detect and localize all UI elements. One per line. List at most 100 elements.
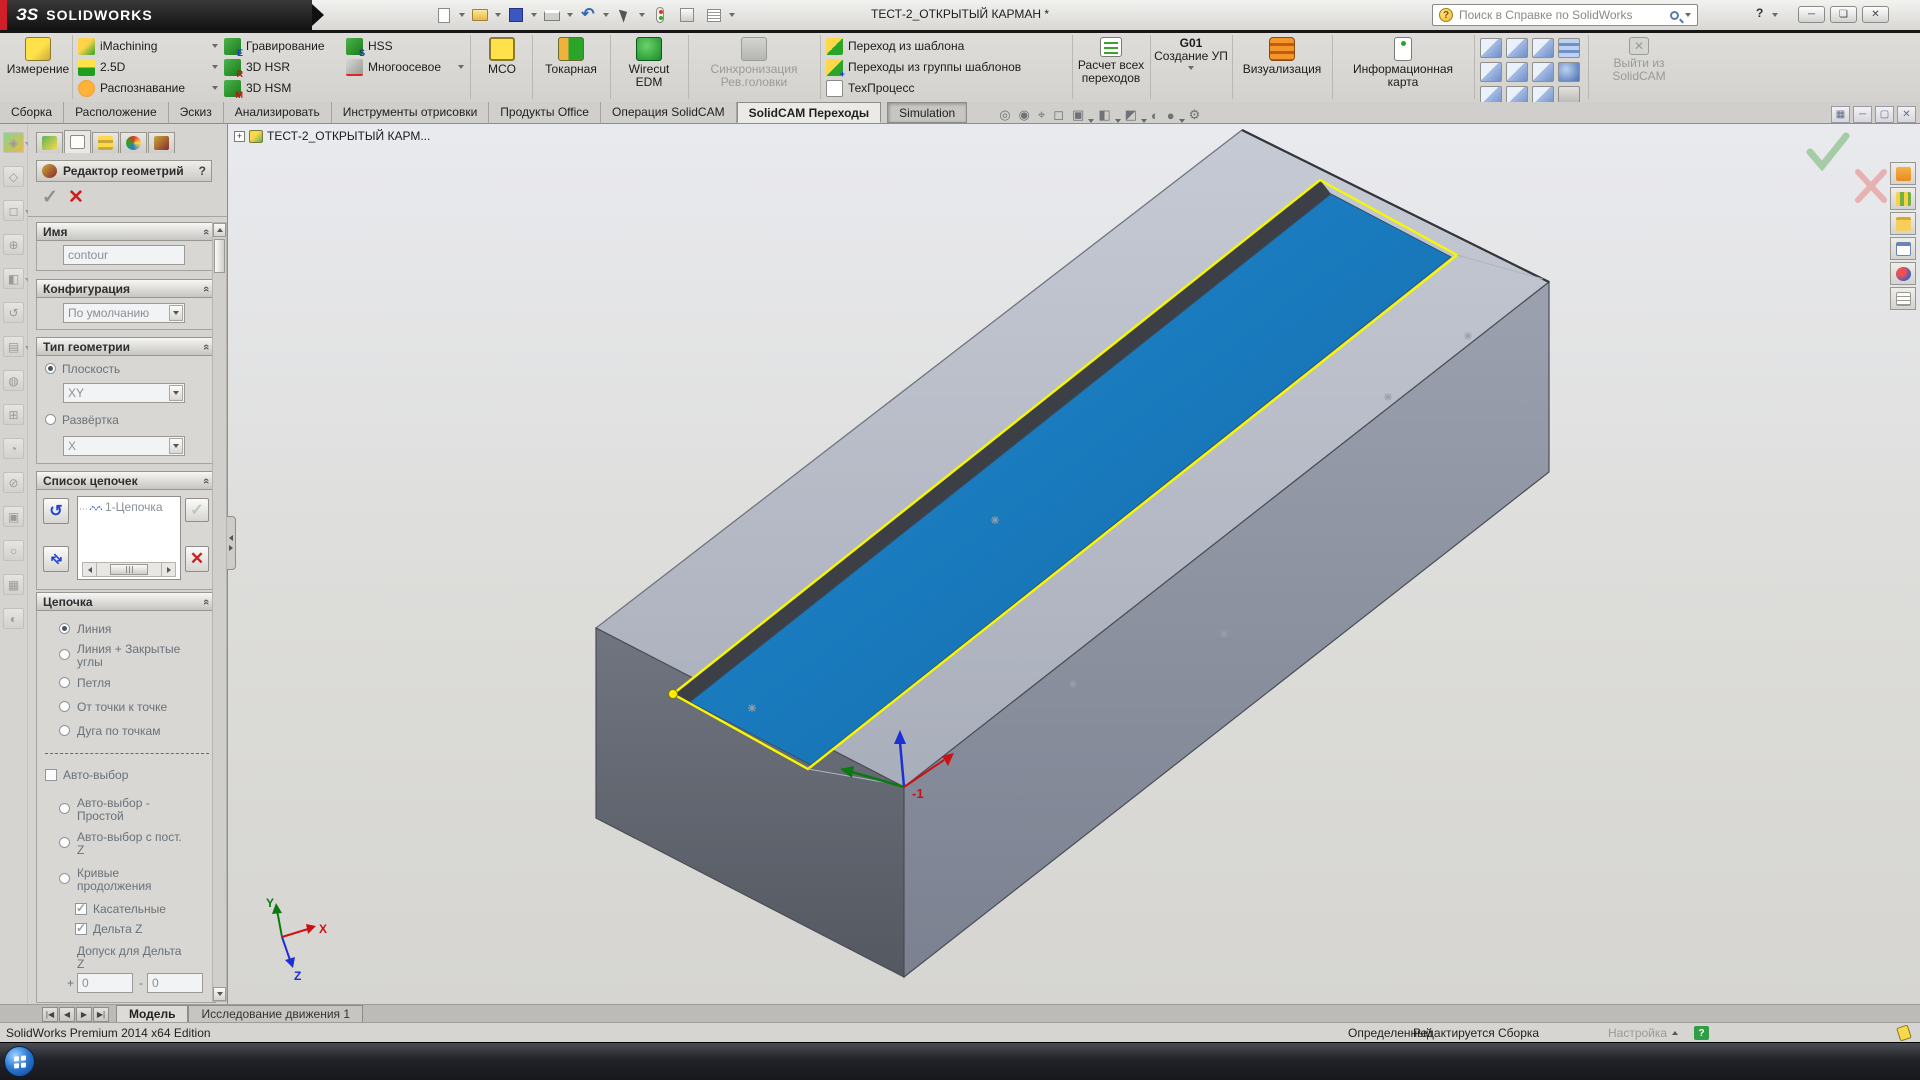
- geometry-name-input[interactable]: [63, 245, 185, 265]
- engraving-button[interactable]: E Гравирование: [224, 36, 325, 56]
- close-button[interactable]: ✕: [1862, 6, 1889, 23]
- chain-list-hscrollbar[interactable]: [82, 562, 176, 577]
- scroll-up-icon[interactable]: [213, 223, 226, 237]
- left-toolbar-icon[interactable]: ○: [3, 540, 24, 561]
- 3dhsm-button[interactable]: M 3D HSM: [224, 78, 291, 98]
- 25d-button[interactable]: 2.5D: [78, 57, 218, 77]
- multiaxis-button[interactable]: Многоосевое: [346, 57, 464, 77]
- group-header-configuration[interactable]: Конфигурация«: [36, 279, 216, 298]
- tab-office-products[interactable]: Продукты Office: [489, 102, 601, 123]
- point-to-point-radio[interactable]: [59, 701, 70, 712]
- tab-evaluate[interactable]: Анализировать: [224, 102, 332, 123]
- restore-document-icon[interactable]: ▢: [1875, 106, 1894, 123]
- taskpane-file-explorer-button[interactable]: [1890, 212, 1916, 235]
- pm-tab-solidcam[interactable]: [148, 132, 175, 153]
- tag-icon[interactable]: [1896, 1024, 1912, 1041]
- pm-tab-display-manager[interactable]: [120, 132, 147, 153]
- left-toolbar-icon[interactable]: ◐: [3, 608, 24, 629]
- prev-tab-icon[interactable]: ◀: [59, 1007, 75, 1022]
- chain-list-item[interactable]: 1-Цепочка: [78, 497, 180, 517]
- view-bottom-icon[interactable]: [1532, 62, 1554, 82]
- settings-arrow-icon[interactable]: [1672, 1031, 1678, 1035]
- save-button[interactable]: [504, 4, 528, 26]
- imachining-button[interactable]: iMachining: [78, 36, 218, 56]
- tab-solidcam-operation[interactable]: Операция SolidCAM: [601, 102, 737, 123]
- left-toolbar-icon[interactable]: ▦: [3, 574, 24, 595]
- print-button[interactable]: [540, 4, 564, 26]
- pm-cancel-button[interactable]: ✕: [68, 186, 84, 209]
- calculate-all-button[interactable]: Расчет всех переходов: [1076, 37, 1146, 85]
- hss-button[interactable]: S HSS: [346, 36, 393, 56]
- scene-settings-icon[interactable]: ⚙: [1189, 107, 1201, 123]
- taskpane-view-palette-button[interactable]: [1890, 237, 1916, 260]
- auto-simple-radio[interactable]: [59, 803, 70, 814]
- search-icon[interactable]: [1670, 11, 1679, 20]
- view-orientation-icon[interactable]: ◧: [1098, 107, 1110, 123]
- search-options-arrow-icon[interactable]: [1685, 13, 1691, 17]
- left-toolbar-icon[interactable]: ◔: [3, 438, 24, 459]
- display-style-icon[interactable]: ◩: [1125, 107, 1137, 123]
- taskpane-custom-properties-button[interactable]: [1890, 287, 1916, 310]
- arc-by-points-radio[interactable]: [59, 725, 70, 736]
- techprocess-button[interactable]: ТехПроцесс: [826, 78, 914, 98]
- tab-motion-study[interactable]: Исследование движения 1: [188, 1005, 363, 1022]
- left-toolbar-icon[interactable]: ◈: [3, 132, 24, 153]
- wirecut-edm-button[interactable]: Wirecut EDM: [614, 37, 684, 89]
- zoom-to-area-icon[interactable]: ◉: [1019, 107, 1030, 123]
- left-toolbar-icon[interactable]: ◇: [3, 166, 24, 187]
- chain-reverse-button[interactable]: ⇄: [43, 546, 69, 572]
- left-toolbar-icon[interactable]: ▣: [3, 506, 24, 527]
- first-tab-icon[interactable]: |◀: [42, 1007, 58, 1022]
- chain-delete-button[interactable]: ✕: [185, 546, 209, 572]
- new-file-button[interactable]: [432, 4, 456, 26]
- continuation-curves-radio[interactable]: [59, 873, 70, 884]
- pm-tab-properties[interactable]: [64, 130, 91, 153]
- tolerance-minus-input[interactable]: [147, 973, 203, 993]
- chain-undo-button[interactable]: ↺: [43, 498, 69, 524]
- start-button[interactable]: [4, 1046, 35, 1077]
- 3dhsr-button[interactable]: R 3D HSR: [224, 57, 290, 77]
- help-search-box[interactable]: ? Поиск в Справке по SolidWorks: [1432, 4, 1698, 26]
- minimize-document-icon[interactable]: ─: [1853, 106, 1872, 123]
- help-button[interactable]: ?: [1756, 6, 1763, 20]
- left-toolbar-icon[interactable]: ◻: [3, 200, 24, 221]
- pm-ok-button[interactable]: ✓: [42, 186, 58, 209]
- viewport-canvas[interactable]: -1 Y X Z: [228, 124, 1920, 1004]
- left-toolbar-icon[interactable]: ↺: [3, 302, 24, 323]
- scroll-thumb[interactable]: [214, 239, 225, 273]
- pm-help-button[interactable]: ?: [199, 164, 206, 178]
- graphics-viewport[interactable]: -1 Y X Z + ТЕСТ-2_ОТКРЫТЫЙ КАРМ...: [228, 124, 1920, 1004]
- view-left-icon[interactable]: [1532, 38, 1554, 58]
- open-file-button[interactable]: [468, 4, 492, 26]
- group-header-chain[interactable]: Цепочка«: [36, 592, 216, 611]
- view-stack-icon[interactable]: [1558, 38, 1580, 58]
- rebuild-button[interactable]: [648, 4, 672, 26]
- unfold-radio[interactable]: [45, 414, 56, 425]
- filter-icon[interactable]: ⌖: [1038, 107, 1045, 123]
- left-toolbar-icon[interactable]: ⊘: [3, 472, 24, 493]
- tab-model[interactable]: Модель: [116, 1005, 188, 1022]
- unfold-axis-select[interactable]: X: [63, 436, 185, 456]
- recognition-button[interactable]: Распознавание: [78, 78, 218, 98]
- previous-view-icon[interactable]: ◻: [1053, 107, 1064, 123]
- generate-gcode-button[interactable]: G01 Создание УП: [1154, 37, 1228, 70]
- deltaz-checkbox[interactable]: [75, 923, 87, 935]
- next-tab-icon[interactable]: ▶: [76, 1007, 92, 1022]
- view-right-icon[interactable]: [1480, 62, 1502, 82]
- appearance-icon[interactable]: ●: [1167, 108, 1175, 123]
- tolerance-plus-input[interactable]: [77, 973, 133, 993]
- left-toolbar-icon[interactable]: ⊕: [3, 234, 24, 255]
- help-dropdown-arrow-icon[interactable]: [1772, 13, 1778, 17]
- tab-solidcam-transitions[interactable]: SolidCAM Переходы: [737, 102, 882, 123]
- restore-button[interactable]: ❏: [1830, 6, 1857, 23]
- turning-button[interactable]: Токарная: [536, 37, 606, 76]
- view-front-icon[interactable]: [1480, 38, 1502, 58]
- close-document-icon[interactable]: ✕: [1897, 106, 1916, 123]
- tab-layout[interactable]: Расположение: [64, 102, 169, 123]
- mco-button[interactable]: MCO: [476, 37, 528, 76]
- feature-tree-overlay[interactable]: + ТЕСТ-2_ОТКРЫТЫЙ КАРМ...: [234, 129, 430, 143]
- info-card-button[interactable]: Информационная карта: [1336, 37, 1470, 89]
- view-iso-sphere-icon[interactable]: [1558, 62, 1580, 82]
- menu-flyout-arrow-icon[interactable]: [312, 4, 324, 26]
- status-help-icon[interactable]: ?: [1694, 1026, 1709, 1040]
